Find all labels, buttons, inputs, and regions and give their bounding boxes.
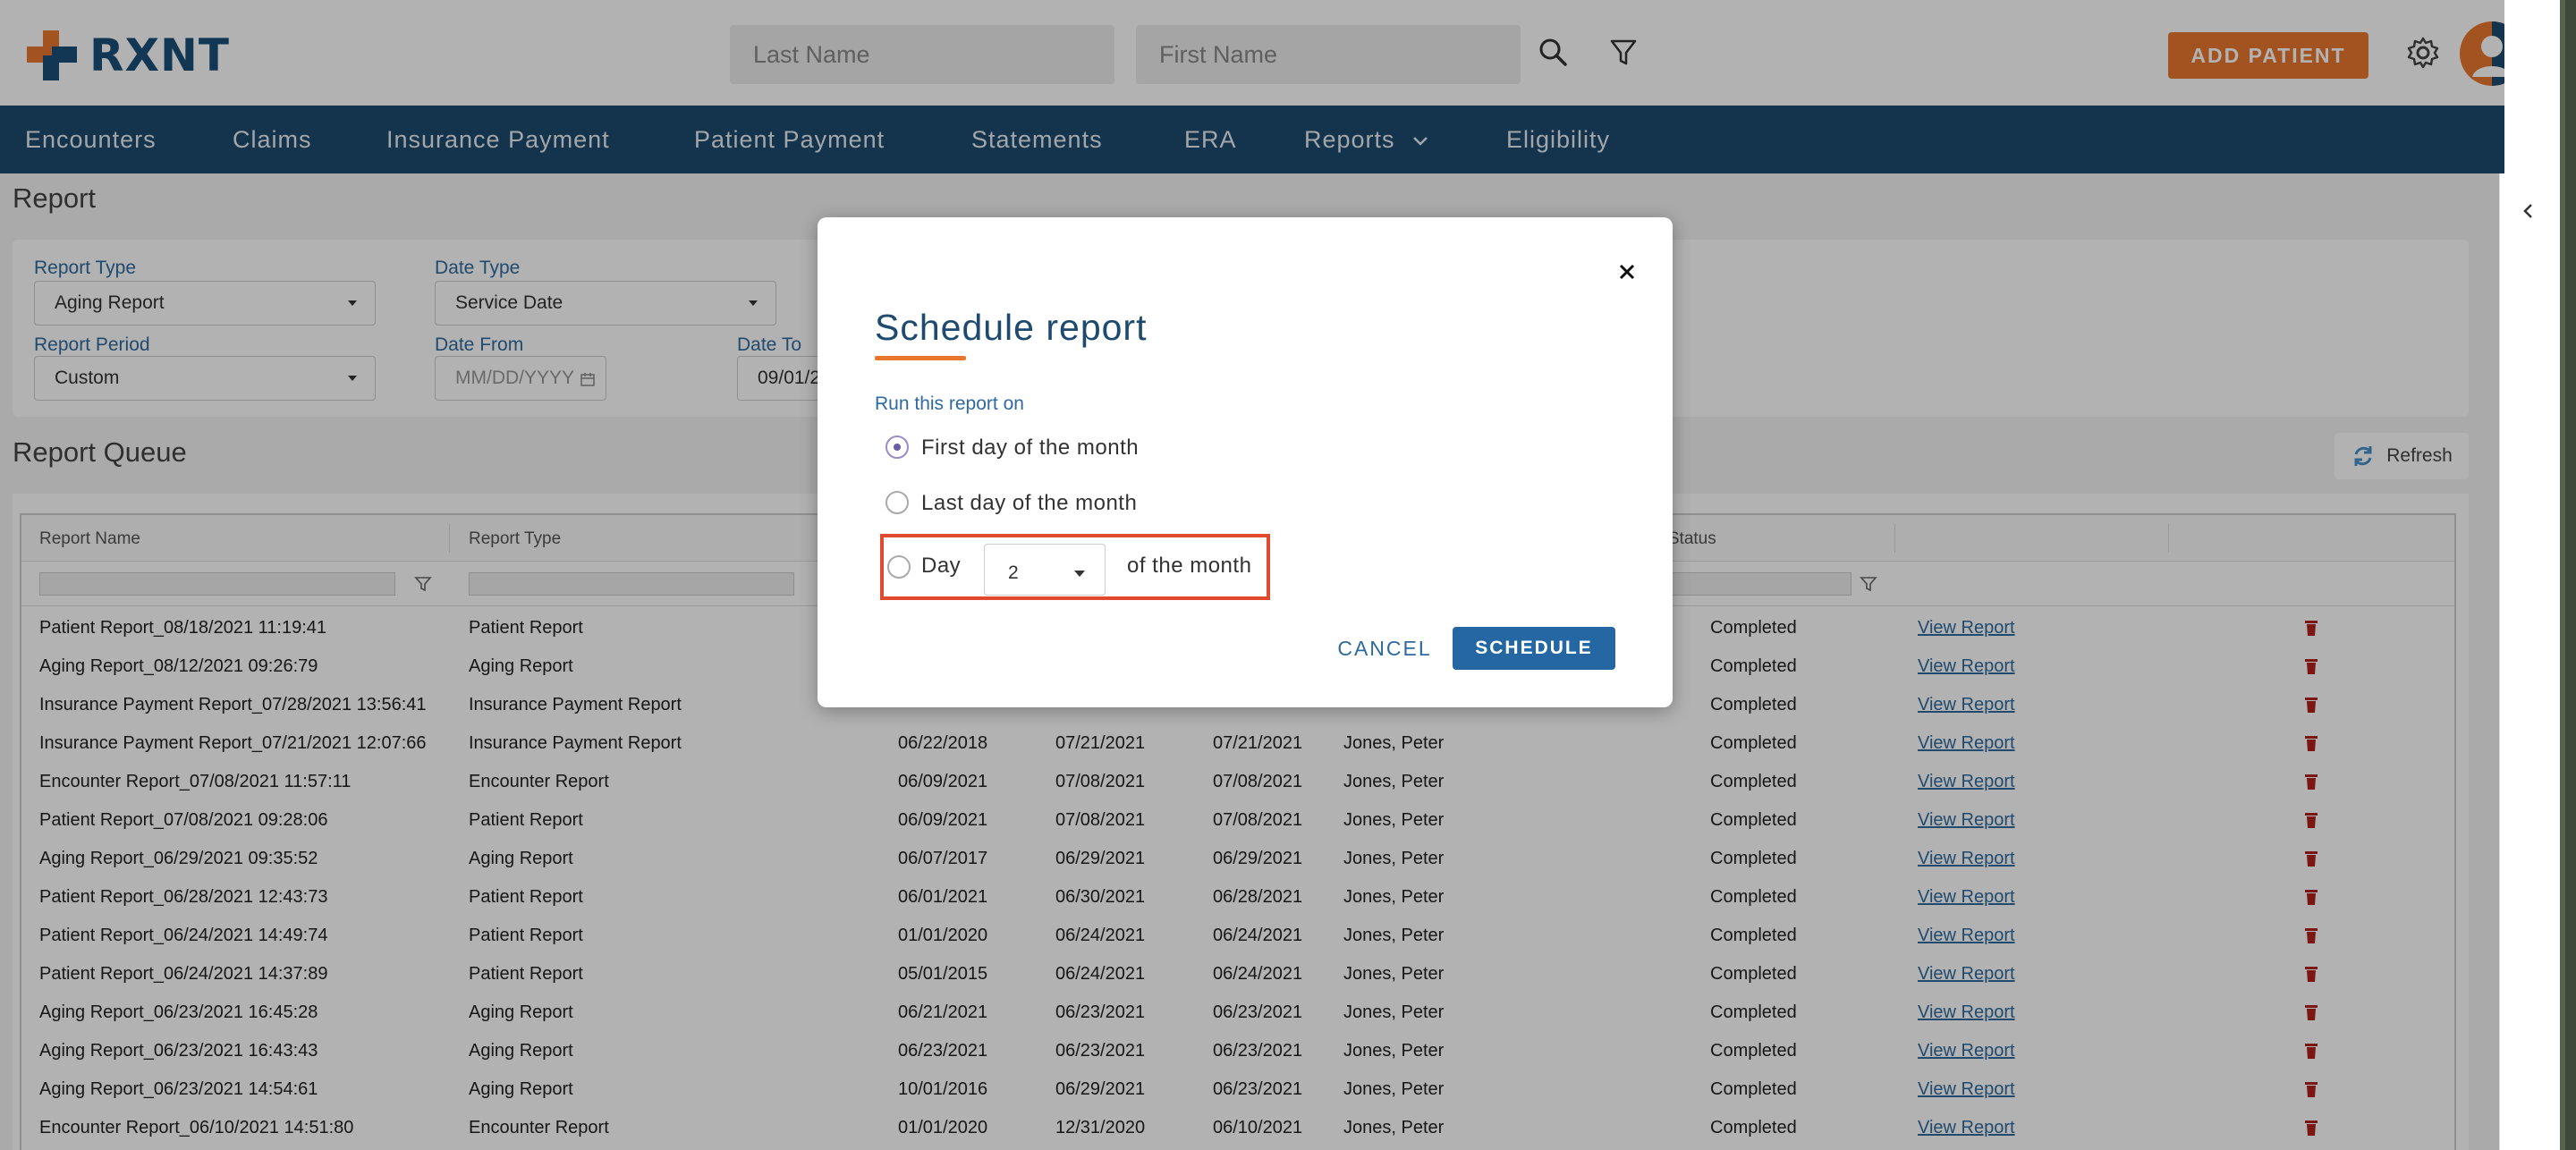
day-value: 2	[1008, 562, 1019, 583]
last-day-label[interactable]: Last day of the month	[921, 491, 1137, 516]
specific-day-radio[interactable]	[887, 555, 911, 579]
day-of-month-select[interactable]: 2	[984, 544, 1106, 596]
side-panel	[2499, 173, 2560, 1150]
last-day-radio[interactable]	[886, 491, 909, 514]
schedule-button[interactable]: SCHEDULE	[1453, 627, 1615, 670]
schedule-report-modal: Schedule report Run this report on First…	[818, 217, 1673, 707]
day-label[interactable]: Day	[921, 554, 961, 579]
first-day-radio[interactable]	[886, 435, 909, 459]
modal-subtitle: Run this report on	[875, 393, 1024, 414]
chevron-left-icon[interactable]	[2518, 200, 2539, 222]
of-the-month-label: of the month	[1127, 554, 1252, 578]
first-day-label[interactable]: First day of the month	[921, 435, 1139, 461]
title-underline	[875, 356, 966, 360]
window-edge-outer	[2565, 0, 2576, 1150]
close-icon[interactable]	[1614, 258, 1640, 285]
cancel-button[interactable]: CANCEL	[1336, 629, 1433, 668]
modal-title: Schedule report	[875, 307, 1148, 348]
caret-down-icon	[1074, 571, 1085, 577]
